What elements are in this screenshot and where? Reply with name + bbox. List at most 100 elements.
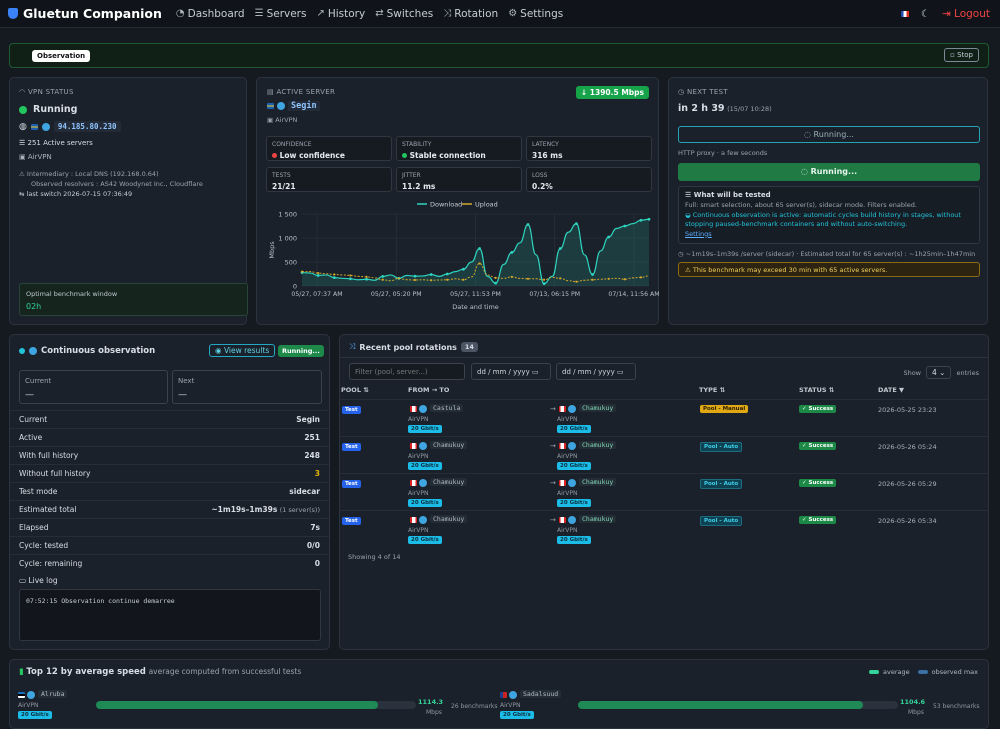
- download-point[interactable]: [478, 247, 481, 250]
- nav-dashboard[interactable]: ◔ Dashboard: [176, 8, 245, 20]
- upload-point[interactable]: [478, 262, 481, 265]
- to-server[interactable]: Chamukuy: [579, 478, 617, 486]
- upload-point[interactable]: [607, 277, 610, 280]
- table-row[interactable]: Test Chamukuy AirVPN 20 Gbit/s → Chamukuy AirV…: [340, 473, 988, 510]
- french-flag-icon[interactable]: [900, 11, 909, 17]
- download-point[interactable]: [461, 267, 465, 271]
- upload-point[interactable]: [462, 278, 465, 281]
- download-point[interactable]: [365, 277, 368, 281]
- top-bandwidth-badge: 20 Gbit/s: [500, 711, 534, 719]
- nav-rotation[interactable]: ⤨ Rotation: [443, 8, 498, 20]
- date-from-input[interactable]: dd / mm / yyyy ▭: [471, 363, 551, 380]
- upload-point[interactable]: [397, 277, 400, 280]
- moon-icon[interactable]: ☾: [921, 9, 930, 20]
- top-speed-track: [96, 701, 416, 709]
- col-status[interactable]: STATUS ⇅: [799, 386, 834, 394]
- upload-point[interactable]: [526, 277, 530, 280]
- from-server[interactable]: Chamukuy: [430, 478, 468, 486]
- download-point[interactable]: [607, 235, 611, 239]
- filter-input[interactable]: [349, 363, 465, 380]
- vpn-ip[interactable]: 94.185.80.230: [53, 121, 121, 132]
- col-pool[interactable]: POOL ⇅: [341, 386, 369, 394]
- table-row[interactable]: Test Chamukuy AirVPN 20 Gbit/s → Chamukuy AirV…: [340, 510, 988, 547]
- upload-point[interactable]: [446, 278, 449, 281]
- row-date: 2026-05-26 05:24: [878, 443, 937, 451]
- nav-history[interactable]: ↗ History: [316, 8, 365, 20]
- nav-switches[interactable]: ⇄ Switches: [375, 8, 433, 20]
- download-point[interactable]: [558, 247, 562, 250]
- table-row[interactable]: Test Chamukuy AirVPN 20 Gbit/s → Chamukuy AirV…: [340, 436, 988, 473]
- download-point[interactable]: [623, 224, 627, 228]
- intermediary-text: Intermediary : Local DNS (192.168.0.64): [26, 170, 159, 178]
- logout-button[interactable]: ⇥ Logout: [942, 8, 990, 20]
- download-point[interactable]: [639, 218, 643, 222]
- upload-point[interactable]: [575, 280, 578, 283]
- download-point[interactable]: [526, 223, 530, 226]
- upload-point[interactable]: [591, 278, 594, 281]
- estimate: ◷ ~1m19s–1m39s /server (sidecar) · Estim…: [678, 250, 975, 258]
- upload-point[interactable]: [365, 275, 368, 278]
- nav-settings[interactable]: ⚙ Settings: [508, 8, 563, 20]
- download-point[interactable]: [574, 222, 578, 225]
- page-size-select[interactable]: 4 ⌄: [926, 366, 952, 379]
- pool-badge[interactable]: Test: [342, 480, 361, 488]
- upload-point[interactable]: [381, 278, 384, 281]
- col-date[interactable]: DATE ▼: [878, 386, 904, 394]
- to-server[interactable]: Chamukuy: [579, 515, 617, 523]
- live-log[interactable]: 07:52:15 Observation continue demarree: [19, 589, 321, 641]
- upload-point[interactable]: [510, 275, 513, 278]
- current-label: Current: [25, 377, 52, 385]
- upload-point[interactable]: [300, 270, 304, 273]
- shuffle-icon: ⤨: [349, 342, 356, 351]
- download-point[interactable]: [413, 274, 417, 278]
- upload-point[interactable]: [349, 274, 352, 277]
- airvpn-logo-icon: [419, 516, 427, 524]
- nav-servers[interactable]: ☰ Servers: [255, 8, 307, 20]
- airvpn-logo-icon: [419, 442, 427, 450]
- download-point[interactable]: [332, 276, 336, 279]
- download-point[interactable]: [542, 282, 546, 285]
- download-point[interactable]: [591, 273, 594, 276]
- pool-badge[interactable]: Test: [342, 406, 361, 414]
- running-button[interactable]: ◌ Running...: [678, 126, 980, 143]
- upload-point[interactable]: [430, 279, 433, 282]
- stop-button[interactable]: ▫ Stop: [944, 48, 979, 62]
- download-point[interactable]: [647, 217, 651, 221]
- table-row[interactable]: Test Castula AirVPN 20 Gbit/s → Chamukuy AirVP…: [340, 399, 988, 436]
- from-server[interactable]: Chamukuy: [430, 441, 468, 449]
- upload-point[interactable]: [317, 271, 320, 275]
- pool-badge[interactable]: Test: [342, 443, 361, 451]
- upload-point[interactable]: [542, 278, 546, 281]
- upload-point[interactable]: [494, 276, 497, 279]
- download-point[interactable]: [494, 281, 498, 285]
- to-server[interactable]: Chamukuy: [579, 441, 617, 449]
- top-bench-count: 53 benchmarks: [933, 703, 980, 710]
- download-point[interactable]: [381, 275, 385, 278]
- from-server[interactable]: Chamukuy: [430, 515, 468, 523]
- download-point[interactable]: [445, 272, 449, 276]
- upload-point[interactable]: [413, 278, 417, 282]
- view-results-button[interactable]: ◉ View results: [209, 344, 276, 357]
- speed-chart[interactable]: Download Upload 1 500 1 000 500 005/27, 07:37…: [257, 198, 660, 318]
- running-main-button[interactable]: ◌ Running...: [678, 163, 980, 181]
- settings-link[interactable]: Settings: [685, 230, 973, 238]
- divider: [340, 357, 988, 358]
- date-to-input[interactable]: dd / mm / yyyy ▭: [556, 363, 636, 380]
- download-point[interactable]: [510, 251, 514, 254]
- brand[interactable]: Gluetun Companion: [8, 6, 162, 21]
- pool-badge[interactable]: Test: [342, 517, 361, 525]
- upload-point[interactable]: [639, 276, 643, 279]
- upload-point[interactable]: [559, 277, 562, 280]
- col-type[interactable]: TYPE ⇅: [699, 386, 725, 394]
- upload-point[interactable]: [333, 273, 336, 276]
- download-point[interactable]: [349, 277, 352, 281]
- to-server[interactable]: Chamukuy: [579, 404, 617, 412]
- download-point[interactable]: [316, 274, 320, 277]
- download-point[interactable]: [429, 273, 433, 276]
- active-server-name[interactable]: Segin: [288, 101, 320, 111]
- top-server-name[interactable]: Alruba: [38, 690, 68, 698]
- canada-flag-icon: [559, 443, 566, 449]
- top-server-name[interactable]: Sadalsuud: [520, 690, 562, 698]
- upload-point[interactable]: [623, 278, 626, 281]
- from-server[interactable]: Castula: [430, 404, 464, 412]
